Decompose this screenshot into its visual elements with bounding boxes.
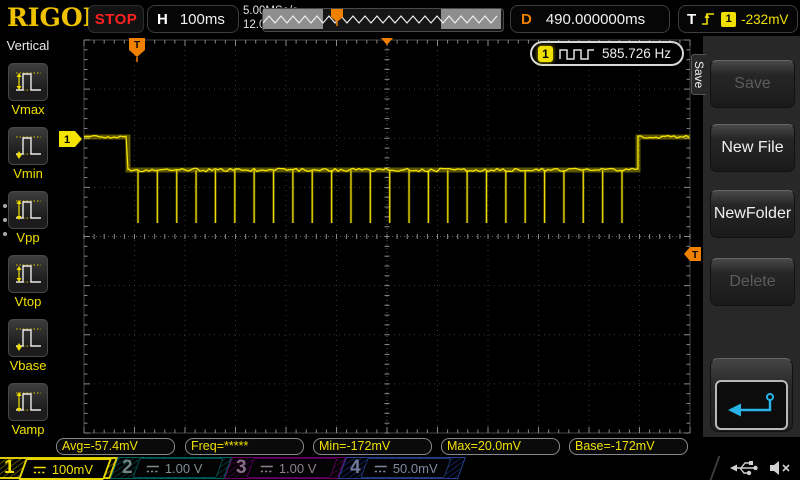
channel-1-scale: 100mV xyxy=(52,461,94,477)
softkey-delete[interactable]: Delete xyxy=(710,258,795,306)
timebase-label: H xyxy=(157,10,168,28)
brand-logo: RIGOL xyxy=(7,3,101,32)
vtop-icon xyxy=(16,264,41,283)
svg-text:1: 1 xyxy=(64,134,70,146)
vmin-icon xyxy=(16,136,41,159)
dc-coupling-icon xyxy=(34,465,46,473)
rising-edge-icon xyxy=(702,13,715,25)
window-center-marker xyxy=(381,38,393,45)
statusbar-divider xyxy=(709,456,721,480)
channel-4-scale-box: 50.0mV xyxy=(360,458,452,478)
run-state-indicator[interactable]: STOP xyxy=(88,5,144,33)
measurement-freq: Freq=***** xyxy=(185,438,304,455)
menu-item-vamp[interactable]: Vamp xyxy=(8,383,48,437)
measurement-avg: Avg=-57.4mV xyxy=(56,438,175,455)
menu-title: Vertical xyxy=(6,38,50,53)
channel-3-indicator[interactable]: 3 1.00 V xyxy=(223,457,347,479)
channel-2-scale-box: 1.00 V xyxy=(132,458,224,478)
channel-3-scale-box: 1.00 V xyxy=(246,458,338,478)
square-wave-icon xyxy=(559,48,594,60)
vtop-label: Vtop xyxy=(14,294,42,309)
vpp-icon xyxy=(16,200,41,220)
channel-4-scale: 50.0mV xyxy=(393,460,438,476)
menu-item-vpp[interactable]: Vpp xyxy=(8,191,48,245)
softkey-new-folder[interactable]: NewFolder xyxy=(710,190,795,238)
dc-coupling-icon xyxy=(147,464,159,472)
channel-status-bar: 1 100mV 2 1.00 V 3 1.00 V 4 50.0mV xyxy=(0,456,800,480)
svg-text:T: T xyxy=(134,40,140,51)
back-button[interactable] xyxy=(715,380,788,430)
measurement-min: Min=-172mV xyxy=(313,438,432,455)
menu-scroll-dots xyxy=(3,204,7,236)
preview-waveform xyxy=(262,9,501,29)
channel-4-indicator[interactable]: 4 50.0mV xyxy=(337,457,467,479)
softkey-menu-tab: Save xyxy=(691,54,706,96)
channel-1-scale-box: 100mV xyxy=(17,458,113,480)
softkey-save[interactable]: Save xyxy=(710,60,795,108)
vtop-button[interactable] xyxy=(8,255,48,293)
vamp-label: Vamp xyxy=(11,422,45,437)
trigger-label: T xyxy=(687,10,697,28)
channel-2-scale: 1.00 V xyxy=(165,460,203,476)
vmin-label: Vmin xyxy=(13,166,43,181)
frequency-counter: 1 585.726 Hz xyxy=(530,41,684,66)
measurement-max: Max=20.0mV xyxy=(441,438,560,455)
channel-4-number: 4 xyxy=(350,457,361,478)
channel-3-number: 3 xyxy=(236,457,247,478)
menu-item-vtop[interactable]: Vtop xyxy=(8,255,48,309)
delay-box[interactable]: D 490.000000ms xyxy=(510,5,670,33)
svg-text:T: T xyxy=(692,250,698,261)
top-status-bar: RIGOL STOP H 100ms 5.00MSa/s 12.0M pts D… xyxy=(0,0,800,36)
speaker-muted-icon xyxy=(770,461,790,475)
timebase-box[interactable]: H 100ms xyxy=(147,5,239,33)
channel-3-scale: 1.00 V xyxy=(279,460,317,476)
vbase-button[interactable] xyxy=(8,319,48,357)
vpp-button[interactable] xyxy=(8,191,48,229)
channel-2-number: 2 xyxy=(122,457,133,478)
softkey-menu: Save Save New File NewFolder Delete xyxy=(691,36,800,437)
vamp-icon xyxy=(16,392,41,412)
trigger-level-value: -232mV xyxy=(741,11,789,27)
waveform-grid: 1 T T xyxy=(59,38,701,434)
measurement-base: Base=-172mV xyxy=(569,438,688,455)
counter-value: 585.726 Hz xyxy=(602,46,672,61)
menu-item-vmin[interactable]: Vmin xyxy=(8,127,48,181)
delay-label: D xyxy=(521,10,532,28)
counter-source-badge: 1 xyxy=(538,45,553,62)
channel-1-indicator[interactable]: 1 100mV xyxy=(0,457,119,480)
trigger-box[interactable]: T 1 -232mV xyxy=(678,5,798,33)
vmax-label: Vmax xyxy=(11,102,45,117)
vbase-label: Vbase xyxy=(9,358,47,373)
scope-display: 1 T T 1 585.726 Hz xyxy=(56,36,703,437)
measurement-readouts: Avg=-57.4mV Freq=***** Min=-172mV Max=20… xyxy=(0,437,800,456)
delay-value: 490.000000ms xyxy=(545,10,646,28)
dc-coupling-icon xyxy=(261,464,273,472)
channel-1-number: 1 xyxy=(4,457,15,478)
vpp-label: Vpp xyxy=(16,230,40,245)
vamp-button[interactable] xyxy=(8,383,48,421)
timebase-value: 100ms xyxy=(179,10,225,28)
usb-icon xyxy=(730,461,758,476)
return-arrow-icon xyxy=(727,393,774,417)
menu-item-vbase[interactable]: Vbase xyxy=(8,319,48,373)
channel-2-indicator[interactable]: 2 1.00 V xyxy=(109,457,233,479)
softkey-new-file[interactable]: New File xyxy=(710,124,795,172)
vmax-button[interactable] xyxy=(8,63,48,101)
softkey-back[interactable] xyxy=(710,358,793,432)
dc-coupling-icon xyxy=(375,464,387,472)
vmax-icon xyxy=(16,72,41,91)
trigger-source-badge: 1 xyxy=(721,11,737,27)
vertical-measure-menu: Vertical Vmax Vmin Vpp Vtop Vbase Vamp xyxy=(0,36,56,437)
channel-1-ground-marker[interactable] xyxy=(59,131,82,147)
waveform-position-preview[interactable] xyxy=(262,8,504,32)
menu-item-vmax[interactable]: Vmax xyxy=(8,63,48,117)
vbase-icon xyxy=(16,328,41,351)
vmin-button[interactable] xyxy=(8,127,48,165)
